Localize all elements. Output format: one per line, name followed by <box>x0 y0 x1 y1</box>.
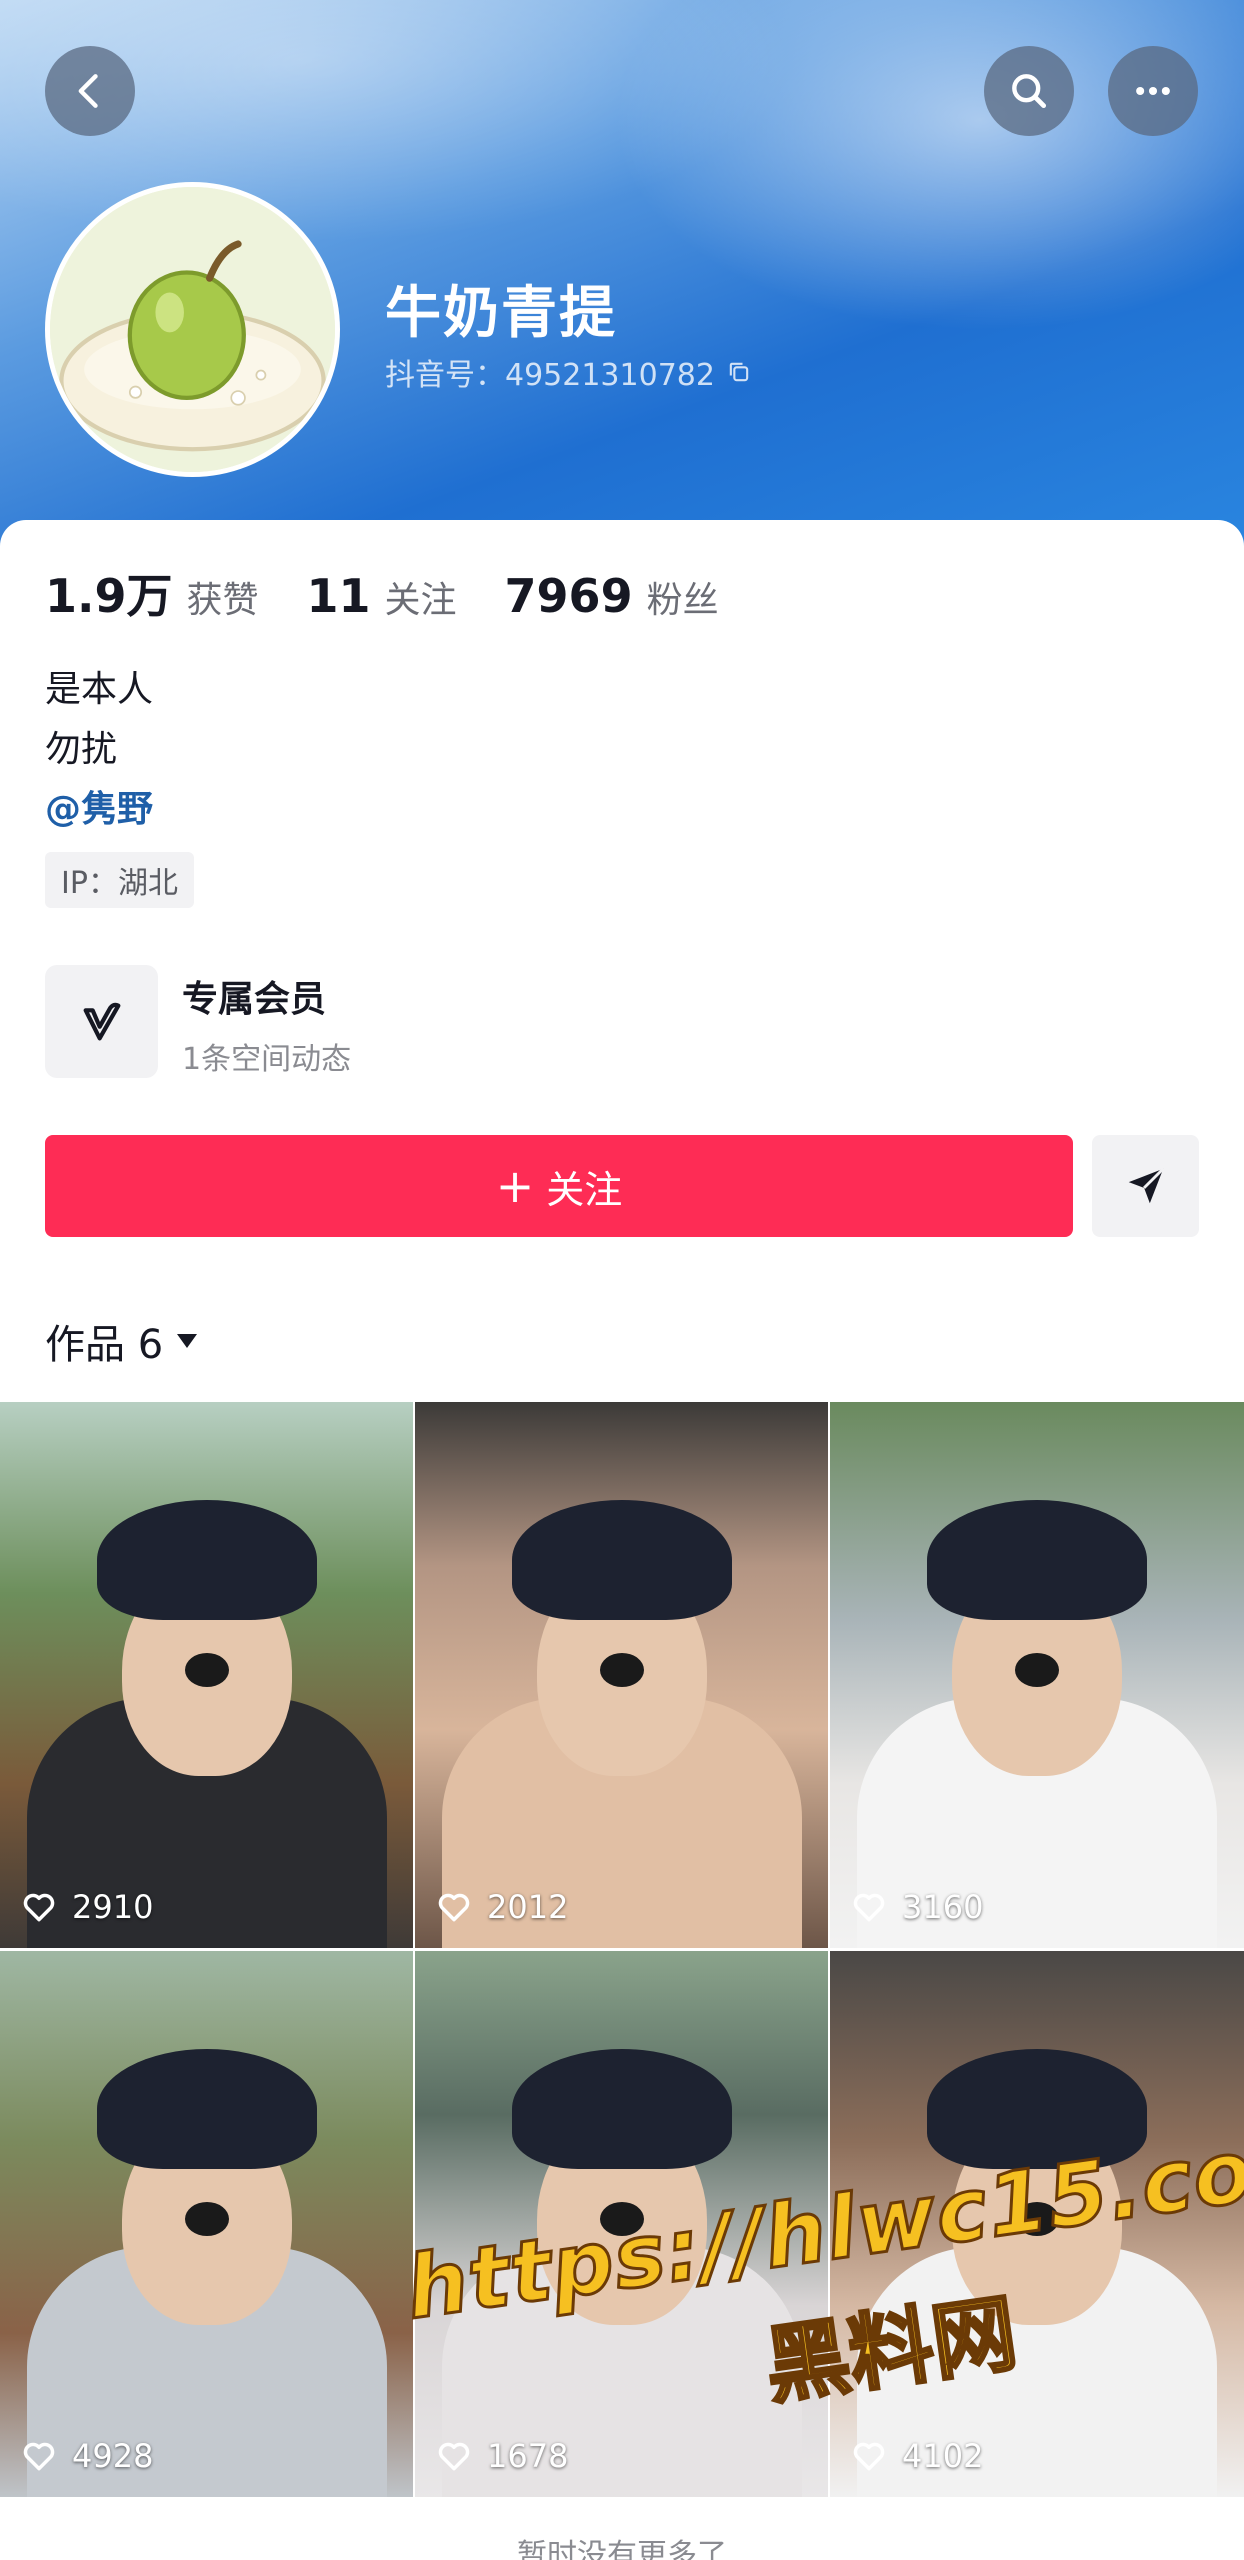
dog-nose-sticker <box>1015 2202 1059 2237</box>
follow-label: 关注 <box>546 1167 623 1212</box>
stat-value: 7969 <box>504 569 633 623</box>
like-count-value: 1678 <box>487 2437 569 2475</box>
stats-row: 1.9万 获赞 11 关注 7969 粉丝 <box>45 560 767 626</box>
stat-following[interactable]: 11 关注 <box>307 569 457 623</box>
nickname: 牛奶青提 <box>385 281 617 346</box>
thumbnail-figure <box>927 2049 1147 2170</box>
stat-label: 获赞 <box>186 580 259 621</box>
like-count-value: 2012 <box>487 1888 569 1926</box>
copy-icon[interactable] <box>725 358 753 386</box>
follow-button[interactable]: + 关注 <box>45 1135 1073 1237</box>
like-count-value: 4102 <box>902 2437 984 2475</box>
ip-location-tag: IP：湖北 <box>45 852 194 908</box>
dog-nose-sticker <box>184 2202 229 2237</box>
back-button[interactable] <box>45 46 135 136</box>
douyin-id-text: 抖音号：49521310782 <box>385 358 715 393</box>
works-grid: 2910 2012 3160 4928 1678 4102 <box>0 1402 1244 2497</box>
video-thumbnail[interactable]: 3160 <box>830 1402 1244 1948</box>
dog-nose-sticker <box>599 1653 644 1688</box>
vip-v-icon <box>83 1002 120 1040</box>
stat-value: 1.9万 <box>45 569 173 623</box>
works-tab-label: 作品 6 <box>45 1322 164 1368</box>
like-count-value: 4928 <box>72 2437 154 2475</box>
thumbnail-figure <box>96 2049 317 2170</box>
like-count: 4102 <box>850 2437 983 2475</box>
search-icon <box>1012 74 1047 109</box>
plus-icon: + <box>495 1159 535 1213</box>
like-count-value: 2910 <box>72 1888 154 1926</box>
stat-likes[interactable]: 1.9万 获赞 <box>45 560 259 626</box>
send-icon <box>1128 1167 1164 1204</box>
video-thumbnail[interactable]: 4102 <box>830 1951 1244 2497</box>
video-thumbnail[interactable]: 2910 <box>0 1402 413 1948</box>
stat-label: 粉丝 <box>646 580 719 621</box>
thumbnail-figure <box>511 1500 732 1621</box>
message-button[interactable] <box>1092 1135 1199 1237</box>
heart-icon <box>23 2442 55 2471</box>
bio-line: 勿扰 <box>45 729 118 770</box>
heart-icon <box>853 1893 885 1922</box>
video-thumbnail[interactable]: 4928 <box>0 1951 413 2497</box>
dog-nose-sticker <box>1015 1653 1059 1688</box>
like-count: 2910 <box>20 1888 153 1926</box>
dog-nose-sticker <box>184 1653 229 1688</box>
works-tab[interactable]: 作品 6 <box>45 1312 199 1370</box>
mention-link[interactable]: @隽野 <box>45 780 153 840</box>
thumbnail-figure <box>511 2049 732 2170</box>
bio: 是本人 勿扰 @隽野 <box>45 660 153 840</box>
member-subtitle: 1条空间动态 <box>182 1042 352 1077</box>
video-thumbnail[interactable]: 1678 <box>415 1951 828 2497</box>
stat-label: 关注 <box>384 580 457 621</box>
dog-nose-sticker <box>599 2202 644 2237</box>
stat-value: 11 <box>306 569 371 623</box>
heart-icon <box>438 2442 470 2471</box>
like-count-value: 3160 <box>902 1888 984 1926</box>
heart-icon <box>23 1893 55 1922</box>
heart-icon <box>853 2442 885 2471</box>
thumbnail-figure <box>96 1500 317 1621</box>
member-title[interactable]: 专属会员 <box>182 970 326 1022</box>
caret-down-icon <box>177 1334 198 1348</box>
more-dots-icon <box>1136 86 1170 96</box>
more-button[interactable] <box>1108 46 1198 136</box>
heart-icon <box>438 1893 470 1922</box>
no-more-text: 暂时没有更多了 <box>517 2538 727 2560</box>
bio-line: 是本人 <box>45 669 154 710</box>
like-count: 2012 <box>435 1888 568 1926</box>
chevron-left-icon <box>78 74 98 108</box>
avatar[interactable] <box>45 182 340 477</box>
douyin-id[interactable]: 抖音号：49521310782 <box>385 350 753 394</box>
thumbnail-figure <box>927 1500 1147 1621</box>
like-count: 1678 <box>435 2437 568 2475</box>
member-icon-box[interactable] <box>45 965 158 1078</box>
like-count: 3160 <box>850 1888 983 1926</box>
search-button[interactable] <box>984 46 1074 136</box>
green-grape-icon <box>50 187 335 472</box>
stat-followers[interactable]: 7969 粉丝 <box>505 569 719 623</box>
like-count: 4928 <box>20 2437 153 2475</box>
video-thumbnail[interactable]: 2012 <box>415 1402 828 1948</box>
